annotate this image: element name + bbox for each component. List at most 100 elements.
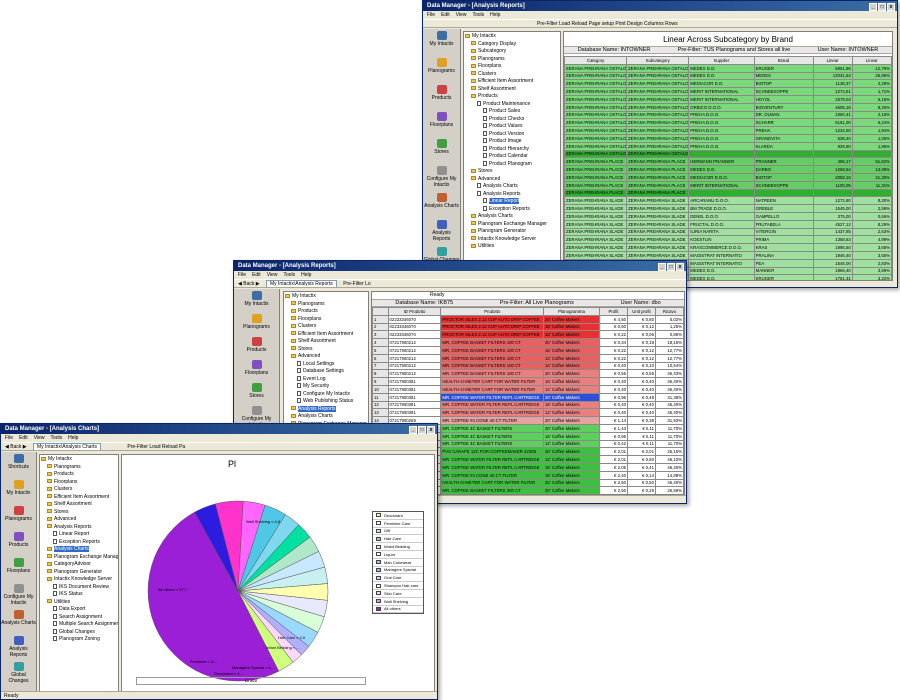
table-row[interactable]: ZERANA PREHRANA OSTALO ZERANA PREHRANA OS… [564,133,892,143]
table-row[interactable]: 10 07217900381 HEALTH-O-METER CART FOR WAT… [372,384,684,394]
menu-help[interactable]: Help [301,272,311,278]
tree-item[interactable]: Intactix Knowledge Server [41,576,117,584]
tree-item[interactable]: Linear Report [465,198,559,206]
tree-item[interactable]: Planogram Generator [41,569,117,577]
column-header[interactable]: ID Prodotto [387,307,442,316]
shortcut-my-intactix[interactable]: My Intactix [423,29,460,56]
tree-item[interactable]: Clusters [285,323,367,331]
column-header[interactable]: Planogramma [543,307,600,316]
maximize-icon[interactable]: □ [878,3,886,11]
back-button[interactable]: ◀ Back ▶ [238,281,260,287]
tree-item[interactable]: Advanced [465,176,559,184]
menu-file[interactable]: File [427,12,435,18]
table-row[interactable]: ZERANA PREHRANA SLADEZERANA PREHRANA SLA… [564,204,892,213]
minimize-icon[interactable]: _ [658,263,666,271]
navigation-tree[interactable]: My Intactix Category Display Subcategory Pl… [463,31,561,279]
table-row[interactable]: ZERANA PREHRANA OSTALO ZERANA PREHRANA OS… [564,110,892,120]
tree-item[interactable]: IKS Status [41,591,117,599]
toolbar[interactable]: Pre-Filter Load Reload Page setup Print … [423,19,897,28]
shortcut-configure-my-intactix[interactable]: Configure My Intactix [1,582,36,608]
table-row[interactable]: 1 02233346070 PROCTOR SILEX 2.12 CUP AUTO … [372,314,684,324]
tree-item[interactable]: Products [465,93,559,101]
tree-item[interactable]: Floorplans [285,316,367,324]
shortcut-analysis-reports[interactable]: Analysis Reports [1,634,36,660]
menu-view[interactable]: View [456,12,467,18]
table-row[interactable]: ZERANA PREHRANA OSTALO ZERANA PREHRANA OS… [564,102,892,112]
table-row[interactable]: 3 02233346070 PROCTOR SILEX 2.12 CUP AUTO … [372,330,684,340]
table-row[interactable]: 13 07217900381 MR. COFFEE WATER FILTER REP… [372,408,684,418]
table-row[interactable]: ZERANA PREHRANA SLADEZERANA PREHRANA SLA… [564,211,892,221]
tree-item[interactable]: Configure My Intactix [285,391,367,399]
toolbar-text[interactable]: Pre-Filter Load Reload Page setup Print … [537,21,678,27]
tree-item[interactable]: Database Settings [285,368,367,376]
tree-item[interactable]: Clusters [41,486,117,494]
close-icon[interactable]: x [887,3,895,11]
tree-item[interactable]: Analysis Charts [285,413,367,421]
shortcut-products[interactable]: Products [1,530,36,556]
tree-item[interactable]: Product Sales [465,108,559,116]
table-row[interactable]: ZERANA PREHRANA OSTALO ZERANA PREHRANA OS… [564,118,892,128]
table-row[interactable]: ZERANA PREHRANA SLADEZERANA PREHRANA SLA… [564,243,892,252]
shortcut-stores[interactable]: Stores [234,381,279,404]
tree-item[interactable]: Intactix Knowledge Server [465,236,559,244]
shortcut-analysis-charts[interactable]: Analysis Charts [1,608,36,634]
navigation-tree[interactable]: My Intactix Planograms Products Floorplans C… [39,454,119,692]
tree-item[interactable]: Products [285,308,367,316]
table-row[interactable]: ZERANA PREHRANA OSTALO ZERANA PREHRANA OS… [564,141,892,151]
shortcut-products[interactable]: Products [234,335,279,358]
tree-item[interactable]: Search Assignment [41,614,117,622]
shortcut-my-intactix[interactable]: My Intactix [234,289,279,312]
menu-tools[interactable]: Tools [50,435,62,441]
close-icon[interactable]: x [676,263,684,271]
tree-item[interactable]: Shelf Assortment [465,86,559,94]
tree-item[interactable]: Analysis Reports [465,191,559,199]
table-row[interactable]: ZERANA PREHRANA OSTALO ZERANA PREHRANA OS… [564,126,892,135]
tree-item[interactable]: Product Calendar [465,153,559,161]
table-row[interactable]: ZERANA PREHRANA SLADEZERANA PREHRANA SLA… [564,235,892,245]
column-header[interactable]: Unit profit [626,307,656,316]
shortcut-floorplans[interactable]: Floorplans [1,556,36,582]
column-header[interactable]: Linear [851,56,892,65]
tree-item[interactable]: My Security [285,383,367,391]
tree-item[interactable]: Product Version [465,131,559,139]
shortcut-analysis-charts[interactable]: Analysis Charts [423,191,460,218]
tree-item[interactable]: Efficient Item Assortment [465,78,559,86]
shortcut-my-intactix[interactable]: My Intactix [1,478,36,504]
column-header[interactable]: Profit [599,307,628,316]
menu-view[interactable]: View [34,435,45,441]
menu-edit[interactable]: Edit [252,272,261,278]
tree-item[interactable]: Product Hierarchy [465,146,559,154]
tree-item[interactable]: Advanced [285,353,367,361]
tree-item[interactable]: Event Log [285,376,367,384]
tree-item[interactable]: Stores [465,168,559,176]
tree-item[interactable]: Data Export [41,606,117,614]
table-row[interactable]: ZERANA PREHRANA OSTALO ZERANA PREHRANA OS… [564,71,892,81]
toolbar-text[interactable]: Pre-Filter Load Reload Pa [127,444,185,450]
tree-item[interactable]: Planograms [41,464,117,472]
shortcut-stores[interactable]: Stores [423,137,460,164]
maximize-icon[interactable]: □ [418,426,426,434]
table-row[interactable]: ZERANA PREHRANA PLACE ZERANA PREHRANA PLA… [564,157,892,167]
shortcut-planograms[interactable]: Planograms [234,312,279,335]
table-row[interactable]: ZERANA PREHRANA PLACE ZERANA PREHRANA PLA… [564,188,892,198]
tree-item[interactable]: CategoryAdvisor [41,561,117,569]
table-row[interactable]: ZERANA PREHRANA SLADEZERANA PREHRANA SLA… [564,196,892,206]
tree-item[interactable]: Floorplans [465,63,559,71]
menu-view[interactable]: View [267,272,278,278]
tree-item[interactable]: Analysis Charts [465,213,559,221]
table-row[interactable]: ZERANA PREHRANA OSTALO ZERANA PREHRANA OS… [564,149,892,159]
tree-item[interactable]: Planogram Generator [465,228,559,236]
shortcut-analysis-reports[interactable]: Analysis Reports [423,218,460,245]
tree-item[interactable]: My Intactix [465,33,559,41]
column-header[interactable]: Linear [812,56,853,65]
table-row[interactable]: ZERANA PREHRANA SLADEZERANA PREHRANA SLA… [564,250,892,260]
table-row[interactable]: ZERANA PREHRANA OSTALO ZERANA PREHRANA OS… [564,63,892,73]
table-row[interactable]: 6 07217900212 MR. COFFEE BASKET FILTERS 10… [372,353,684,363]
tree-item[interactable]: Shelf Assortment [41,501,117,509]
tree-item[interactable]: Floorplans [41,479,117,487]
column-header[interactable]: Ricavo [654,307,684,316]
table-row[interactable]: 7 07217900212 MR. COFFEE BASKET FILTERS 10… [372,361,684,371]
shortcut-floorplans[interactable]: Floorplans [234,358,279,381]
tree-item[interactable]: Analysis Charts [41,546,117,554]
table-row[interactable]: 4 07217900212 MR. COFFEE BASKET FILTERS 10… [372,338,684,347]
